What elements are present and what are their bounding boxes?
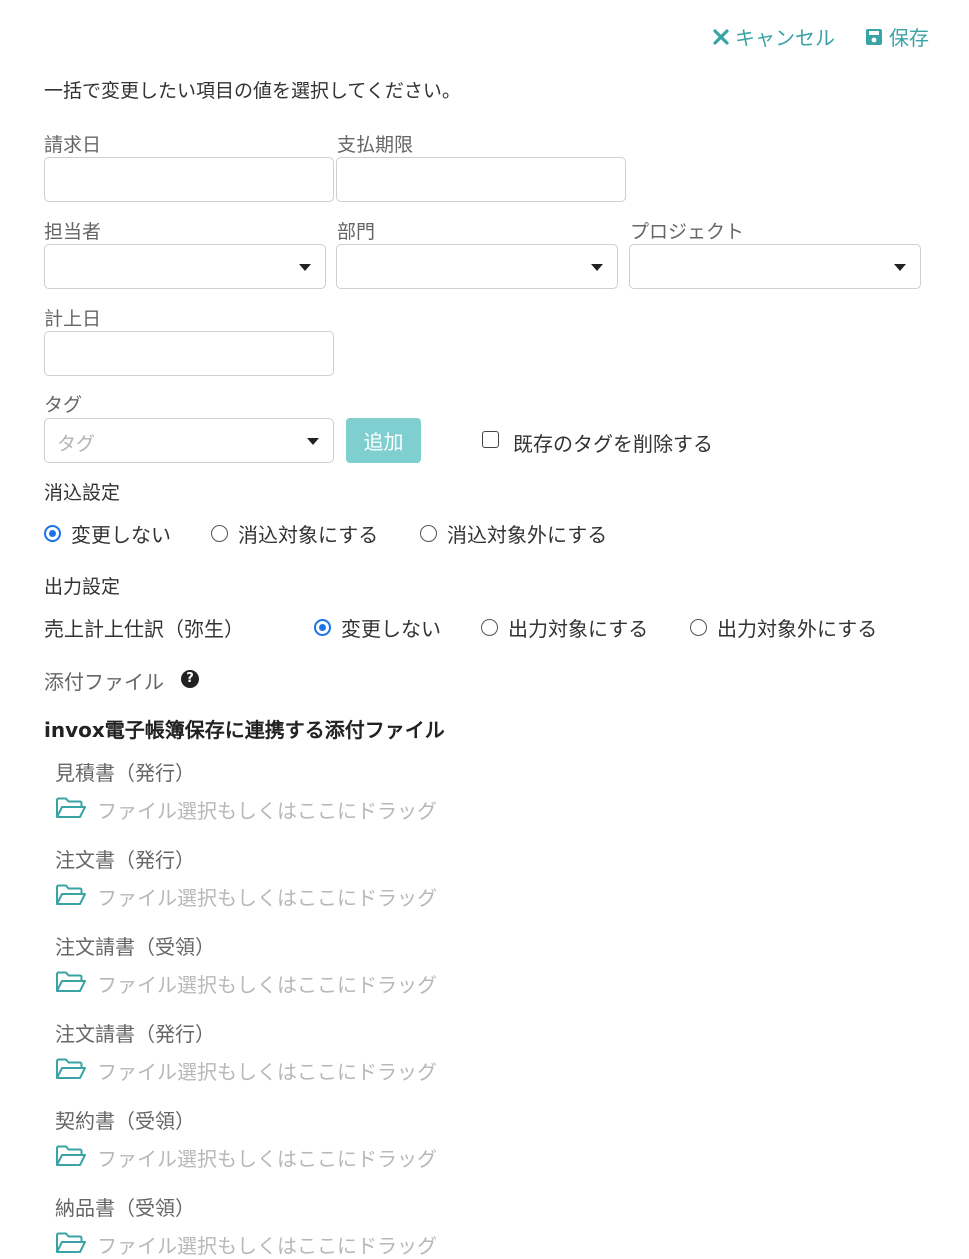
radio-label: 消込対象外にする bbox=[447, 523, 608, 547]
save-button[interactable]: 保存 bbox=[865, 22, 929, 51]
instruction-text: 一括で変更したい項目の値を選択してください。 bbox=[44, 80, 461, 102]
file-drop-zone[interactable]: ファイル選択もしくはここにドラッグ bbox=[55, 882, 437, 911]
file-drop-text: ファイル選択もしくはここにドラッグ bbox=[97, 973, 437, 997]
payment-due-input[interactable] bbox=[336, 157, 626, 202]
folder-open-icon bbox=[55, 883, 87, 911]
person-in-charge-select[interactable] bbox=[44, 244, 326, 289]
output-option-exclude[interactable]: 出力対象外にする bbox=[690, 613, 877, 642]
output-title: 出力設定 bbox=[44, 576, 121, 598]
radio-selected[interactable] bbox=[314, 619, 331, 636]
file-drop-zone[interactable]: ファイル選択もしくはここにドラッグ bbox=[55, 969, 437, 998]
radio[interactable] bbox=[420, 525, 437, 542]
cancel-label: キャンセル bbox=[735, 26, 835, 50]
folder-open-icon bbox=[55, 970, 87, 998]
tag-label: タグ bbox=[44, 394, 83, 416]
radio[interactable] bbox=[481, 619, 498, 636]
reconcile-option-exclude[interactable]: 消込対象外にする bbox=[420, 519, 607, 548]
top-actions: キャンセル 保存 bbox=[713, 22, 929, 51]
tag-placeholder: タグ bbox=[57, 433, 96, 455]
invoice-date-label: 請求日 bbox=[44, 134, 102, 156]
reconcile-option-target[interactable]: 消込対象にする bbox=[211, 519, 378, 548]
invoice-date-input[interactable] bbox=[44, 157, 334, 202]
add-tag-button[interactable]: 追加 bbox=[346, 418, 421, 463]
person-in-charge-label: 担当者 bbox=[44, 221, 102, 243]
cancel-button[interactable]: キャンセル bbox=[713, 22, 835, 51]
department-select[interactable] bbox=[336, 244, 618, 289]
output-option-no-change[interactable]: 変更しない bbox=[314, 613, 441, 642]
reconcile-title: 消込設定 bbox=[44, 482, 121, 504]
radio-selected[interactable] bbox=[44, 525, 61, 542]
file-drop-text: ファイル選択もしくはここにドラッグ bbox=[97, 799, 437, 823]
attachment-label: 注文請書（受領） bbox=[55, 935, 215, 959]
delete-existing-tags-checkbox[interactable] bbox=[482, 431, 499, 448]
output-option-target[interactable]: 出力対象にする bbox=[481, 613, 648, 642]
attachment-label: 納品書（受領） bbox=[55, 1196, 195, 1220]
payment-due-label: 支払期限 bbox=[337, 134, 414, 156]
floppy-disk-icon bbox=[865, 28, 883, 46]
output-row-label: 売上計上仕訳（弥生） bbox=[44, 617, 244, 641]
attachment-label: 注文請書（発行） bbox=[55, 1022, 215, 1046]
file-drop-text: ファイル選択もしくはここにドラッグ bbox=[97, 1147, 437, 1171]
folder-open-icon bbox=[55, 796, 87, 824]
file-drop-zone[interactable]: ファイル選択もしくはここにドラッグ bbox=[55, 795, 437, 824]
radio-label: 出力対象にする bbox=[508, 617, 649, 641]
attachments-section-heading: invox電子帳簿保存に連携する添付ファイル bbox=[44, 718, 445, 742]
file-drop-zone[interactable]: ファイル選択もしくはここにドラッグ bbox=[55, 1056, 437, 1085]
posting-date-label: 計上日 bbox=[44, 308, 102, 330]
radio-label: 変更しない bbox=[71, 523, 171, 547]
folder-open-icon bbox=[55, 1231, 87, 1259]
department-label: 部門 bbox=[337, 221, 376, 243]
radio-label: 出力対象外にする bbox=[717, 617, 878, 641]
posting-date-input[interactable] bbox=[44, 331, 334, 376]
radio-label: 変更しない bbox=[341, 617, 441, 641]
save-label: 保存 bbox=[889, 26, 929, 50]
folder-open-icon bbox=[55, 1057, 87, 1085]
tag-select[interactable]: タグ bbox=[44, 418, 334, 463]
attachment-label: 見積書（発行） bbox=[55, 761, 195, 785]
radio[interactable] bbox=[211, 525, 228, 542]
file-drop-text: ファイル選択もしくはここにドラッグ bbox=[97, 1060, 437, 1084]
project-label: プロジェクト bbox=[630, 221, 745, 243]
attachment-label: 契約書（受領） bbox=[55, 1109, 195, 1133]
file-drop-text: ファイル選択もしくはここにドラッグ bbox=[97, 886, 437, 910]
attachments-title: 添付ファイル bbox=[44, 670, 164, 694]
radio-label: 消込対象にする bbox=[238, 523, 379, 547]
attachment-label: 注文書（発行） bbox=[55, 848, 195, 872]
folder-open-icon bbox=[55, 1144, 87, 1172]
project-select[interactable] bbox=[629, 244, 921, 289]
reconcile-option-no-change[interactable]: 変更しない bbox=[44, 519, 171, 548]
delete-existing-tags-label: 既存のタグを削除する bbox=[513, 432, 713, 456]
question-circle-icon[interactable]: ? bbox=[181, 670, 199, 688]
radio[interactable] bbox=[690, 619, 707, 636]
x-icon bbox=[713, 28, 729, 45]
file-drop-zone[interactable]: ファイル選択もしくはここにドラッグ bbox=[55, 1143, 437, 1172]
